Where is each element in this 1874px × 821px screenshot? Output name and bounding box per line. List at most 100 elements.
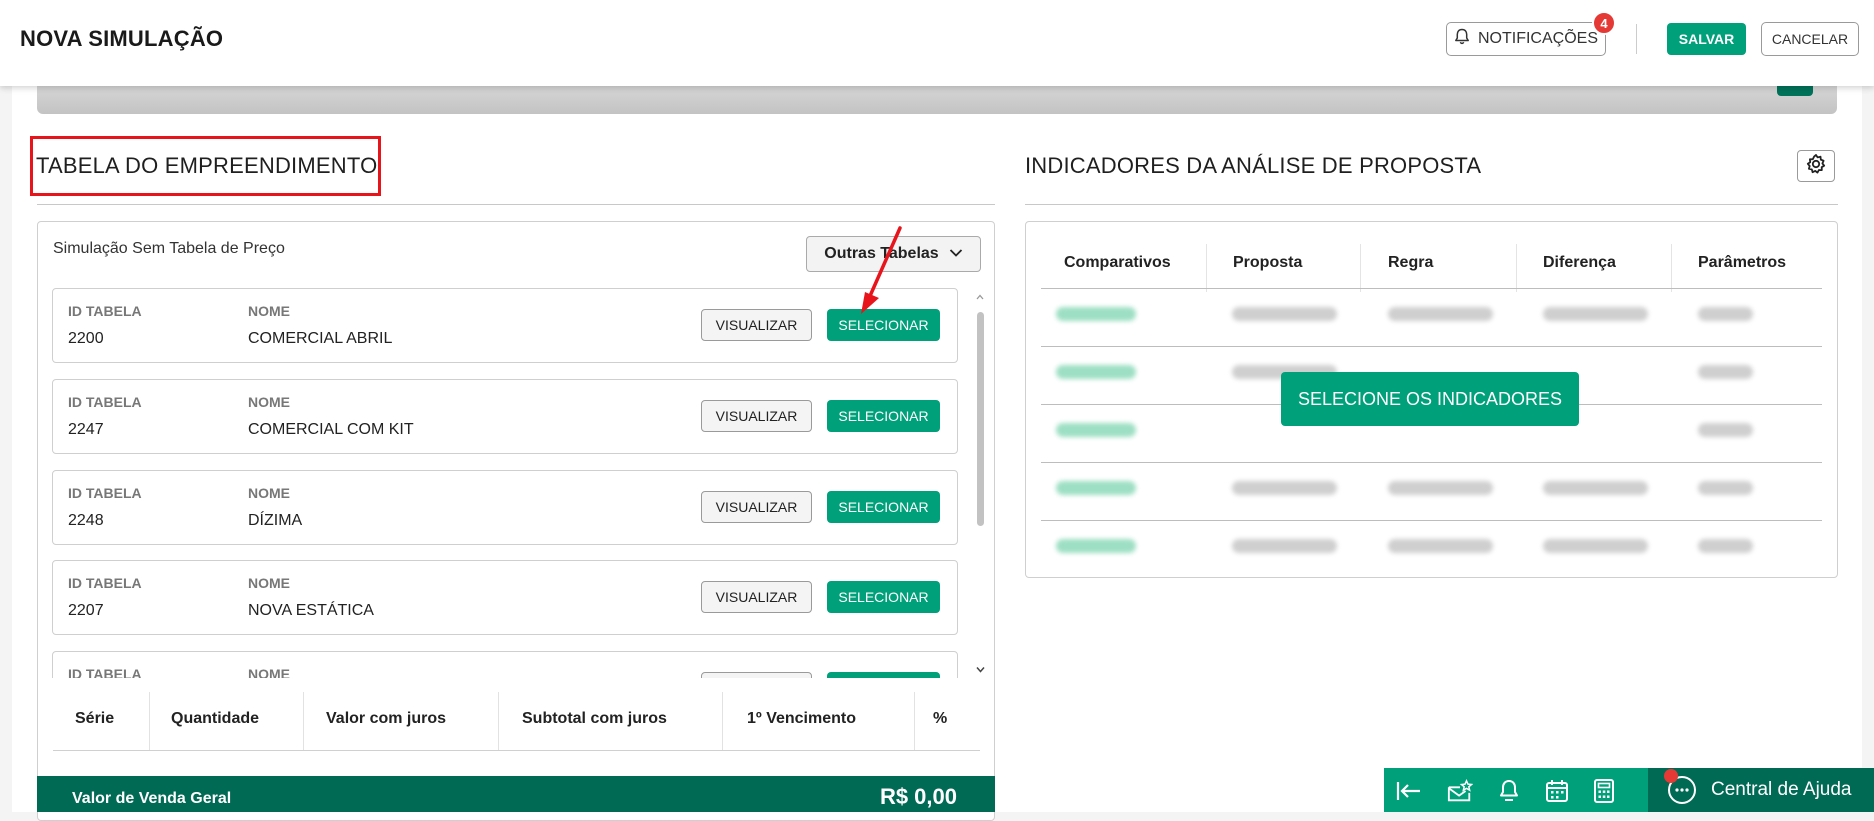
blurred-placeholder [1232, 539, 1337, 553]
blurred-placeholder [1698, 307, 1753, 321]
name-column-label: NOME [248, 394, 290, 410]
price-table-card: Simulação Sem Tabela de Preço Outras Tab… [37, 221, 995, 821]
blurred-placeholder [1232, 481, 1337, 495]
blurred-placeholder [1698, 423, 1753, 437]
indicator-column-header: Parâmetros [1698, 254, 1787, 271]
scroll-thumb[interactable] [977, 312, 984, 526]
indicator-column-header: Proposta [1233, 254, 1303, 271]
name-column-label: NOME [248, 485, 290, 501]
list-scrollbar[interactable] [975, 292, 985, 676]
column-divider [149, 692, 150, 750]
indicator-column-header: Diferença [1543, 254, 1616, 271]
calendar-icon[interactable] [1544, 778, 1570, 804]
view-button[interactable]: VISUALIZAR [701, 581, 812, 613]
top-header: NOVA SIMULAÇÃO NOTIFICAÇÕES 4 SALVAR CAN… [0, 0, 1874, 86]
column-divider [1671, 244, 1672, 292]
blurred-placeholder [1388, 307, 1493, 321]
table-row: ID TABELA 2200 NOME COMERCIAL ABRIL VISU… [52, 288, 958, 363]
view-button[interactable]: VISUALIZAR [701, 309, 812, 341]
total-sale-label: Valor de Venda Geral [72, 790, 232, 807]
name-column-label: NOME [248, 575, 290, 591]
column-divider [1206, 244, 1207, 292]
column-divider [498, 692, 499, 750]
mail-star-icon[interactable] [1447, 778, 1473, 804]
summary-bar-button[interactable] [1777, 86, 1813, 96]
select-button[interactable]: SELECIONAR [827, 581, 940, 613]
view-button[interactable]: VISUALIZAR [701, 491, 812, 523]
table-row: ID TABELA NOME VISUALIZAR SELECIONAR [52, 651, 958, 678]
simulation-subtitle: Simulação Sem Tabela de Preço [53, 240, 285, 257]
header-divider [1636, 24, 1637, 54]
indicators-card: Comparativos Proposta Regra Diferença Pa… [1025, 221, 1838, 578]
indicator-column-header: Regra [1388, 254, 1434, 271]
column-header: Subtotal com juros [522, 710, 667, 727]
select-button[interactable]: SELECIONAR [827, 400, 940, 432]
section-title-table: TABELA DO EMPREENDIMENTO [36, 153, 378, 178]
column-header: Série [75, 710, 115, 727]
gear-icon [1805, 153, 1827, 180]
cancel-button[interactable]: CANCELAR [1761, 22, 1859, 56]
table-row: ID TABELA 2248 NOME DÍZIMA VISUALIZAR SE… [52, 470, 958, 545]
blurred-placeholder [1698, 539, 1753, 553]
table-row: ID TABELA 2247 NOME COMERCIAL COM KIT VI… [52, 379, 958, 454]
blurred-placeholder [1232, 307, 1337, 321]
indicator-settings-button[interactable] [1797, 150, 1835, 182]
blurred-placeholder [1543, 481, 1648, 495]
column-divider [1516, 244, 1517, 292]
column-divider [1360, 244, 1361, 292]
section-title-indicators: INDICADORES DA ANÁLISE DE PROPOSTA [1025, 153, 1482, 178]
select-button[interactable]: SELECIONAR [827, 491, 940, 523]
column-header: Valor com juros [326, 710, 447, 727]
table-id-value: 2248 [68, 512, 104, 529]
column-header-rule [53, 750, 980, 751]
select-button[interactable]: SELECIONAR [827, 672, 940, 678]
blurred-placeholder [1056, 307, 1136, 321]
blurred-placeholder [1388, 481, 1493, 495]
bell-icon [1454, 28, 1470, 51]
help-toolbar: Central de Ajuda [1384, 768, 1874, 812]
id-column-label: ID TABELA [68, 575, 142, 591]
help-center-label: Central de Ajuda [1711, 779, 1852, 800]
table-id-value: 2247 [68, 421, 104, 438]
id-column-label: ID TABELA [68, 303, 142, 319]
column-header: % [933, 710, 948, 727]
notifications-button[interactable]: NOTIFICAÇÕES [1446, 22, 1606, 56]
scroll-up-icon[interactable] [976, 292, 984, 303]
notifications-label: NOTIFICAÇÕES [1477, 30, 1598, 47]
collapsed-summary-bar [37, 86, 1837, 114]
name-column-label: NOME [248, 666, 290, 678]
calculator-icon[interactable] [1591, 778, 1617, 804]
view-button[interactable]: VISUALIZAR [701, 672, 812, 678]
notifications-count-badge: 4 [1592, 11, 1616, 35]
annotation-arrow-icon [861, 226, 902, 314]
blurred-placeholder [1056, 539, 1136, 553]
save-button[interactable]: SALVAR [1667, 23, 1746, 55]
id-column-label: ID TABELA [68, 394, 142, 410]
blurred-placeholder [1698, 365, 1753, 379]
column-divider [914, 692, 915, 750]
view-button[interactable]: VISUALIZAR [701, 400, 812, 432]
id-column-label: ID TABELA [68, 666, 142, 678]
table-id-value: 2200 [68, 330, 104, 347]
table-row: ID TABELA 2207 NOME NOVA ESTÁTICA VISUAL… [52, 560, 958, 635]
indicator-column-header: Comparativos [1064, 254, 1171, 271]
help-center-button[interactable]: Central de Ajuda [1648, 768, 1874, 812]
blurred-placeholder [1056, 481, 1136, 495]
column-divider [303, 692, 304, 750]
blurred-placeholder [1056, 365, 1136, 379]
select-indicators-button[interactable]: SELECIONE OS INDICADORES [1281, 372, 1579, 426]
blurred-placeholder [1543, 307, 1648, 321]
main-content: TABELA DO EMPREENDIMENTO Simulação Sem T… [12, 86, 1862, 821]
section-rule-left [37, 204, 995, 205]
indicator-row-rule [1041, 462, 1822, 463]
blurred-placeholder [1543, 539, 1648, 553]
blurred-placeholder [1056, 423, 1136, 437]
bell-icon[interactable] [1496, 778, 1522, 804]
table-name-value: NOVA ESTÁTICA [248, 602, 374, 619]
collapse-left-icon[interactable] [1396, 778, 1422, 804]
price-table-list[interactable]: ID TABELA 2200 NOME COMERCIAL ABRIL VISU… [52, 288, 958, 678]
scroll-down-icon[interactable] [976, 662, 985, 676]
column-header: 1º Vencimento [747, 710, 856, 727]
help-alert-dot [1664, 769, 1678, 783]
table-name-value: COMERCIAL COM KIT [248, 421, 414, 438]
